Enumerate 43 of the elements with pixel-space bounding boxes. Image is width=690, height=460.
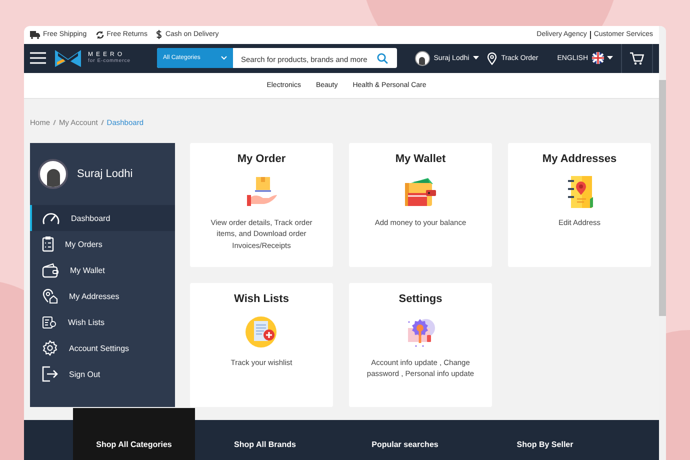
user-name: Suraj Lodhi [77, 168, 133, 180]
logo-icon [55, 50, 81, 67]
caret-icon [473, 56, 480, 60]
truck-icon [30, 30, 40, 39]
avatar-icon [38, 159, 68, 189]
sidebar-item[interactable]: Dashboard [30, 205, 175, 231]
card-title: Wish Lists [234, 293, 289, 305]
card-title: My Addresses [542, 153, 617, 165]
footer-tab[interactable]: Shop By Seller [475, 420, 615, 460]
wishlist-document-icon [244, 315, 278, 349]
avatar-icon [414, 50, 430, 66]
footer-tab[interactable]: Shop All Brands [195, 420, 335, 460]
speedometer-icon [42, 211, 60, 225]
sidebar-item[interactable]: Wish Lists [30, 309, 175, 335]
hand-box-icon [244, 176, 278, 208]
search-icon[interactable] [377, 52, 388, 64]
dollar-icon [156, 30, 162, 40]
footer-tab[interactable]: Popular searches [335, 420, 475, 460]
sidebar-item[interactable]: My Addresses [30, 283, 175, 309]
scrollbar-thumb[interactable] [659, 80, 666, 316]
card-title: Settings [398, 293, 442, 305]
card-title: My Order [237, 153, 286, 165]
cart-icon[interactable] [630, 52, 644, 65]
caret-icon [607, 56, 613, 60]
sidebar-item[interactable]: Sign Out [30, 361, 175, 387]
location-pin-icon [487, 52, 498, 65]
settings-icon [42, 340, 58, 356]
menu-icon[interactable] [30, 52, 46, 64]
wallet-icon [42, 262, 59, 278]
location-home-icon [42, 288, 58, 304]
wallet-icon [404, 177, 437, 207]
sign-out-icon [42, 366, 58, 382]
clipboard-icon [42, 236, 54, 252]
card-title: My Wallet [395, 153, 446, 165]
address-book-icon [566, 175, 594, 209]
flag-icon [592, 52, 604, 64]
sidebar-item[interactable]: Account Settings [30, 335, 175, 361]
settings-key-icon [406, 316, 436, 348]
sidebar-item[interactable]: My Orders [30, 231, 175, 257]
refresh-icon [96, 30, 104, 39]
chevron-icon [221, 56, 227, 60]
footer-tab[interactable]: Shop All Categories [73, 408, 195, 460]
sidebar-item[interactable]: My Wallet [30, 257, 175, 283]
